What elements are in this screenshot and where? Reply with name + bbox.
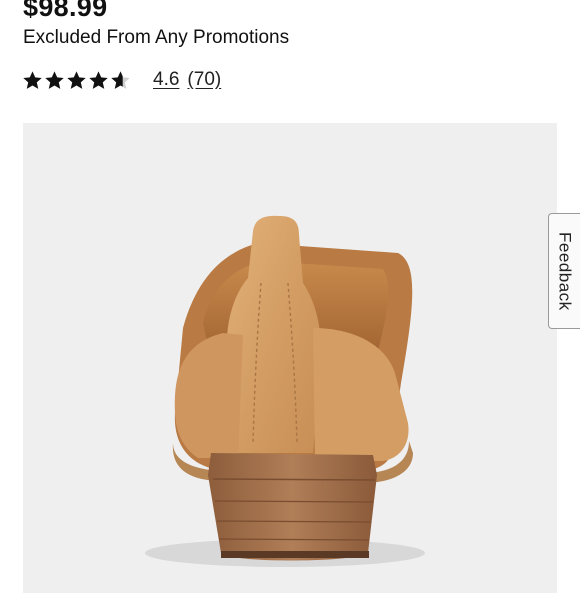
feedback-label: Feedback xyxy=(555,231,575,311)
star-half-icon xyxy=(111,70,130,89)
review-count-link[interactable]: (70) xyxy=(187,69,221,91)
star-icon xyxy=(23,70,42,89)
star-icon xyxy=(67,70,86,89)
product-image[interactable] xyxy=(23,123,557,593)
rating-value-link[interactable]: 4.6 xyxy=(153,69,179,91)
star-icon xyxy=(89,70,108,89)
rating-row: 4.6 (70) xyxy=(22,67,221,93)
star-icon xyxy=(45,70,64,89)
rating-stars xyxy=(22,70,131,91)
product-price: $98.99 xyxy=(23,0,108,22)
promotion-note: Excluded From Any Promotions xyxy=(23,27,290,48)
shoe-image xyxy=(145,215,425,567)
feedback-tab[interactable]: Feedback xyxy=(548,213,580,329)
